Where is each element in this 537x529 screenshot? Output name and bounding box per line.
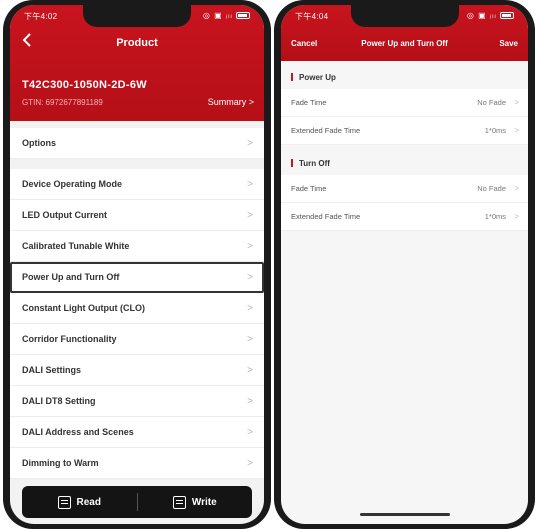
chevron-right-icon: > (514, 184, 519, 193)
chevron-right-icon: > (247, 272, 253, 283)
write-icon (172, 495, 186, 509)
menu-item-label: Calibrated Tunable White (22, 241, 130, 251)
device-gtin: GTIN: 6972677891189 (22, 98, 103, 107)
power-up-screen: 下午4:04 ◎ ▣ ᵢₗₗ Cancel Power Up and Turn … (281, 5, 528, 524)
page-title: Power Up and Turn Off (361, 39, 448, 48)
status-time: 下午4:02 (24, 12, 58, 21)
chevron-right-icon: > (247, 241, 253, 252)
notch (83, 5, 191, 27)
setting-row[interactable]: Fade Time No Fade > (281, 89, 528, 117)
setting-value: No Fade (477, 184, 506, 193)
home-indicator[interactable] (359, 513, 450, 516)
chevron-right-icon: > (514, 212, 519, 221)
right-phone-frame: 下午4:04 ◎ ▣ ᵢₗₗ Cancel Power Up and Turn … (274, 0, 535, 529)
menu-gap (10, 159, 264, 169)
menu-item[interactable]: DALI Settings > (10, 355, 264, 386)
battery-icon (236, 12, 250, 20)
setting-row[interactable]: Fade Time No Fade > (281, 175, 528, 203)
action-bar: Read Write (22, 486, 252, 518)
settings-menu: Options > Device Operating Mode > LED Output… (10, 128, 264, 479)
menu-item[interactable]: Options > (10, 128, 264, 159)
section-header: Turn Off (281, 153, 528, 175)
chevron-right-icon: > (514, 98, 519, 107)
menu-item-label: Dimming to Warm (22, 458, 99, 468)
menu-item-label: Options (22, 138, 56, 148)
setting-label: Fade Time (291, 98, 327, 107)
left-phone-frame: 下午4:02 ◎ ▣ ᵢₗₗ Product T42C300-1050N-2D-… (3, 0, 271, 529)
menu-item-label: LED Output Current (22, 210, 107, 220)
device-model: T42C300-1050N-2D-6W (22, 79, 147, 91)
setting-value: No Fade (477, 98, 506, 107)
read-label: Read (76, 496, 101, 508)
setting-row[interactable]: Extended Fade Time 1*0ms > (281, 203, 528, 231)
notch (350, 5, 459, 27)
menu-item-label: DALI DT8 Setting (22, 396, 96, 406)
read-button[interactable]: Read (22, 495, 137, 509)
chevron-right-icon: > (514, 126, 519, 135)
menu-item[interactable]: DALI Address and Scenes > (10, 417, 264, 448)
chevron-right-icon: > (247, 427, 253, 438)
setting-value: 1*0ms (484, 126, 506, 135)
menu-item[interactable]: DALI DT8 Setting > (10, 386, 264, 417)
product-screen: 下午4:02 ◎ ▣ ᵢₗₗ Product T42C300-1050N-2D-… (10, 5, 264, 524)
status-time: 下午4:04 (295, 12, 329, 21)
chevron-right-icon: > (247, 458, 253, 469)
read-icon (57, 495, 71, 509)
section-title: Turn Off (299, 159, 330, 168)
chevron-right-icon: > (247, 138, 253, 149)
status-right-icons: ◎ ▣ ᵢₗₗ (202, 11, 233, 20)
menu-item[interactable]: Corridor Functionality > (10, 324, 264, 355)
battery-icon (500, 12, 514, 20)
page-title: Product (116, 37, 158, 49)
menu-item[interactable]: LED Output Current > (10, 200, 264, 231)
menu-item[interactable]: Dimming to Warm > (10, 448, 264, 479)
setting-label: Fade Time (291, 184, 327, 193)
menu-item-label: Device Operating Mode (22, 179, 123, 189)
write-label: Write (191, 496, 217, 508)
menu-item-label: DALI Settings (22, 365, 82, 375)
chevron-right-icon: > (247, 334, 253, 345)
menu-item-label: DALI Address and Scenes (22, 427, 134, 437)
menu-item[interactable]: Calibrated Tunable White > (10, 231, 264, 262)
save-button[interactable]: Save (499, 39, 518, 48)
section-title: Power Up (299, 73, 336, 82)
section-accent-bar (291, 158, 293, 167)
setting-label: Extended Fade Time (291, 126, 361, 135)
menu-item[interactable]: Device Operating Mode > (10, 169, 264, 200)
chevron-right-icon: > (247, 303, 253, 314)
status-right-icons: ◎ ▣ ᵢₗₗ (466, 11, 497, 20)
status-icons: ◎ ▣ ᵢₗₗ (203, 11, 250, 20)
menu-item-label: Constant Light Output (CLO) (22, 303, 145, 313)
status-icons: ◎ ▣ ᵢₗₗ (467, 11, 514, 20)
menu-item-label: Corridor Functionality (22, 334, 117, 344)
chevron-right-icon: > (247, 210, 253, 221)
menu-item[interactable]: Power Up and Turn Off > (10, 262, 264, 293)
chevron-right-icon: > (247, 365, 253, 376)
menu-item-label: Power Up and Turn Off (22, 272, 120, 282)
chevron-right-icon: > (247, 396, 253, 407)
setting-row[interactable]: Extended Fade Time 1*0ms > (281, 117, 528, 145)
setting-value: 1*0ms (484, 212, 506, 221)
write-button[interactable]: Write (138, 495, 253, 509)
menu-item[interactable]: Constant Light Output (CLO) > (10, 293, 264, 324)
summary-link[interactable]: Summary > (208, 97, 254, 107)
section-accent-bar (291, 72, 293, 81)
chevron-right-icon: > (247, 179, 253, 190)
setting-label: Extended Fade Time (291, 212, 361, 221)
settings-sections: Power Up Fade Time No Fade > Extended Fade T… (281, 67, 528, 231)
section-header: Power Up (281, 67, 528, 89)
